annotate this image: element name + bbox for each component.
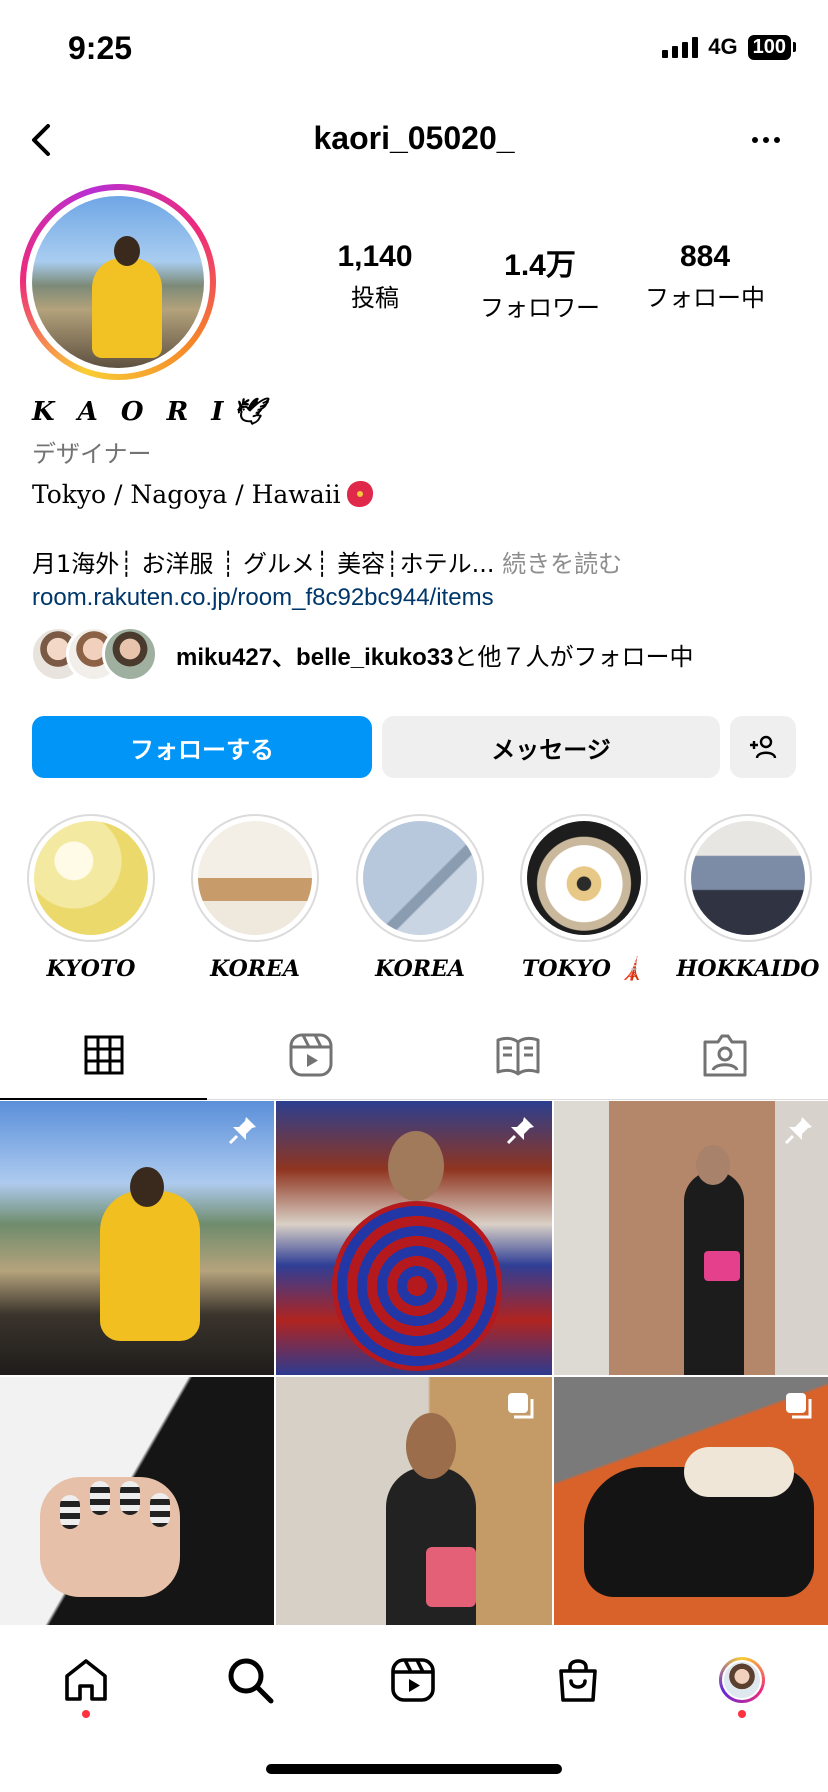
carousel-icon [786,1393,812,1419]
follow-button[interactable]: フォローする [32,716,372,778]
status-indicators: 4G 100 [662,34,796,60]
cellular-signal-icon [662,36,699,58]
tab-tagged[interactable] [621,1010,828,1099]
stat-followers[interactable]: 1.4万 フォロワー [465,240,615,323]
posts-count: 1,140 [337,240,413,273]
followers-label: フォロワー [480,294,600,322]
avatar-photo [32,196,204,368]
search-icon [228,1658,274,1704]
nav-home[interactable] [56,1650,116,1710]
followed-by-names: miku427、belle_ikuko33 [176,643,454,671]
highlight-label: KYOTO [46,956,136,982]
reels-icon [391,1658,435,1702]
highlight-label: KOREA [375,956,465,982]
nav-search[interactable] [220,1650,280,1710]
highlight-korea[interactable]: KOREA [180,814,330,982]
highlight-label: HOKKAIDO [676,956,820,982]
network-type: 4G [708,34,738,59]
stat-posts[interactable]: 1,140 投稿 [300,240,450,323]
dove-icon: 🕊 [232,397,266,427]
profile-external-link[interactable]: room.rakuten.co.jp/room_f8c92bc944/items [32,584,812,612]
status-time: 9:25 [68,30,133,66]
highlight-cover [363,821,477,935]
hibiscus-icon [345,479,375,509]
following-label: フォロー中 [645,284,765,312]
highlight-label: TOKYO 🗼 [522,956,646,982]
profile-notification-dot [738,1710,746,1718]
profile-avatar-icon [719,1657,765,1703]
more-dots-icon [752,137,758,143]
nav-shop[interactable] [548,1650,608,1710]
profile-category: デザイナー [32,440,152,468]
highlight-hokkaido[interactable]: HOKKAIDO [673,814,823,982]
post-tile[interactable] [554,1377,828,1625]
reels-icon [289,1033,332,1076]
profile-stats: 1,140 投稿 1.4万 フォロワー 884 フォロー中 [300,240,780,323]
highlight-korea-2[interactable]: KOREA [345,814,495,982]
pin-icon [506,1117,534,1145]
story-highlights: KYOTO KOREA KOREA TOKYO 🗼 HOKKAIDO [0,814,828,984]
tagged-icon [703,1034,746,1076]
post-tile[interactable] [276,1377,552,1625]
tab-posts-grid[interactable] [0,1010,207,1100]
bio-location: Tokyo / Nagoya / Hawaii [32,474,812,514]
guides-icon [496,1036,539,1075]
highlight-cover [527,821,641,935]
bio-location-text: Tokyo / Nagoya / Hawaii [32,479,341,509]
home-notification-dot [82,1710,90,1718]
suggested-users-button[interactable] [730,716,796,778]
battery-level: 100 [747,34,791,60]
carousel-icon [508,1393,534,1419]
posts-label: 投稿 [351,284,399,312]
bio-more-link[interactable]: 続きを読む [502,550,622,578]
tab-reels[interactable] [207,1010,414,1099]
message-button[interactable]: メッセージ [382,716,720,778]
bio-text: 月1海外┊ お洋服 ┊ グルメ┊ 美容┊ホテル... [32,550,495,578]
highlight-label: KOREA [210,956,300,982]
mutual-avatar [102,626,158,682]
shopping-bag-icon [559,1659,597,1702]
profile-avatar[interactable] [20,184,216,380]
followed-by[interactable]: miku427、belle_ikuko33と他７人がフォロー中 [30,626,693,682]
profile-header: kaori_05020_ [0,100,828,180]
profile-actions: フォローする メッセージ [32,716,796,778]
bio-text-line: 月1海外┊ お洋服 ┊ グルメ┊ 美容┊ホテル... 続きを読む [32,544,812,582]
pin-icon [228,1117,256,1145]
stat-following[interactable]: 884 フォロー中 [630,240,780,323]
followed-by-text: miku427、belle_ikuko33と他７人がフォロー中 [176,637,693,672]
post-tile[interactable] [554,1101,828,1375]
profile-bio: K A O R I 🕊 デザイナー Tokyo / Nagoya / Hawai… [32,392,812,612]
post-tile[interactable] [276,1101,552,1375]
posts-grid [0,1101,828,1625]
highlight-cover [34,821,148,935]
following-count: 884 [679,240,731,273]
more-options-button[interactable] [744,120,788,160]
home-icon [65,1659,107,1701]
tab-guides[interactable] [414,1010,621,1099]
highlight-kyoto[interactable]: KYOTO [16,814,166,982]
profile-username: kaori_05020_ [313,120,515,156]
mutual-avatars [30,626,160,682]
home-indicator [266,1764,562,1774]
battery-icon: 100 [747,34,796,60]
followers-count: 1.4万 [504,249,576,282]
pin-icon [784,1117,812,1145]
highlight-cover [691,821,805,935]
post-tile[interactable] [0,1377,274,1625]
display-name-text: K A O R I [32,397,231,427]
nav-reels[interactable] [383,1650,443,1710]
nav-profile[interactable] [712,1650,772,1710]
post-tile[interactable] [0,1101,274,1375]
profile-tabs [0,1010,828,1100]
followed-by-suffix: と他７人がフォロー中 [453,642,694,671]
highlight-cover [198,821,312,935]
status-bar: 9:25 4G 100 [0,0,828,100]
highlight-tokyo[interactable]: TOKYO 🗼 [509,814,659,982]
add-person-icon [750,735,777,759]
grid-icon [84,1035,123,1074]
display-name: K A O R I 🕊 [32,392,812,432]
